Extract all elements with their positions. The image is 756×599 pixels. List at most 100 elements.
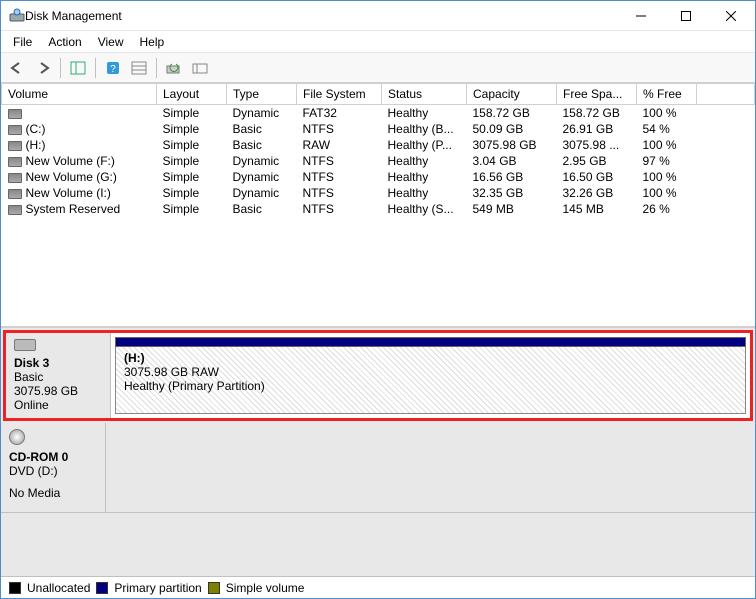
cell-pct: 26 % (637, 201, 697, 217)
settings-button[interactable] (188, 56, 212, 80)
disk-icon (14, 339, 36, 351)
cell-type: Basic (227, 137, 297, 153)
volume-icon (8, 173, 22, 183)
forward-button[interactable] (31, 56, 55, 80)
table-row[interactable]: System ReservedSimpleBasicNTFSHealthy (S… (2, 201, 755, 217)
cell-capacity: 32.35 GB (467, 185, 557, 201)
cdrom-0-row[interactable]: CD-ROM 0 DVD (D:) No Media (1, 423, 755, 513)
col-type[interactable]: Type (227, 84, 297, 105)
toolbar-separator (156, 58, 157, 78)
cell-type: Dynamic (227, 153, 297, 169)
menu-view[interactable]: View (90, 33, 132, 51)
column-headers[interactable]: Volume Layout Type File System Status Ca… (2, 84, 755, 105)
cell-fs: NTFS (297, 185, 382, 201)
cell-type: Dynamic (227, 105, 297, 122)
toolbar-separator (60, 58, 61, 78)
refresh-button[interactable] (162, 56, 186, 80)
cell-layout: Simple (157, 105, 227, 122)
cell-layout: Simple (157, 137, 227, 153)
partition-desc: 3075.98 GB RAW (124, 365, 737, 379)
col-volume[interactable]: Volume (2, 84, 157, 105)
app-icon (9, 8, 25, 24)
table-row[interactable]: New Volume (G:)SimpleDynamicNTFSHealthy1… (2, 169, 755, 185)
cell-fs: NTFS (297, 121, 382, 137)
legend-bar: Unallocated Primary partition Simple vol… (1, 576, 755, 598)
cell-type: Dynamic (227, 169, 297, 185)
cell-fs: NTFS (297, 201, 382, 217)
col-pct[interactable]: % Free (637, 84, 697, 105)
volume-icon (8, 189, 22, 199)
volume-list[interactable]: Volume Layout Type File System Status Ca… (1, 83, 755, 328)
maximize-button[interactable] (663, 2, 708, 30)
cell-type: Basic (227, 201, 297, 217)
cell-volume: (C:) (2, 121, 157, 137)
cell-free: 2.95 GB (557, 153, 637, 169)
cell-layout: Simple (157, 201, 227, 217)
col-fs[interactable]: File System (297, 84, 382, 105)
legend-label-unallocated: Unallocated (27, 581, 90, 595)
cell-fs: NTFS (297, 153, 382, 169)
cell-volume: New Volume (G:) (2, 169, 157, 185)
cell-pct: 100 % (637, 185, 697, 201)
cell-status: Healthy (382, 169, 467, 185)
col-status[interactable]: Status (382, 84, 467, 105)
cell-status: Healthy (382, 185, 467, 201)
cell-free: 16.50 GB (557, 169, 637, 185)
cell-capacity: 549 MB (467, 201, 557, 217)
disk-state: Online (14, 398, 102, 412)
title-bar: Disk Management (1, 1, 755, 31)
cell-layout: Simple (157, 185, 227, 201)
cell-status: Healthy (B... (382, 121, 467, 137)
disk-3-row[interactable]: Disk 3 Basic 3075.98 GB Online (H:) 3075… (3, 330, 753, 421)
col-free[interactable]: Free Spa... (557, 84, 637, 105)
disk-3-info[interactable]: Disk 3 Basic 3075.98 GB Online (6, 333, 111, 418)
cell-capacity: 50.09 GB (467, 121, 557, 137)
cell-volume: New Volume (I:) (2, 185, 157, 201)
menu-file[interactable]: File (5, 33, 40, 51)
table-row[interactable]: (C:)SimpleBasicNTFSHealthy (B...50.09 GB… (2, 121, 755, 137)
disk-size: 3075.98 GB (14, 384, 102, 398)
col-capacity[interactable]: Capacity (467, 84, 557, 105)
cell-free: 32.26 GB (557, 185, 637, 201)
cell-type: Dynamic (227, 185, 297, 201)
cell-capacity: 3.04 GB (467, 153, 557, 169)
cell-pct: 100 % (637, 169, 697, 185)
legend-swatch-unallocated (9, 582, 21, 594)
legend-swatch-primary (96, 582, 108, 594)
disk-name: Disk 3 (14, 356, 102, 370)
table-row[interactable]: (H:)SimpleBasicRAWHealthy (P...3075.98 G… (2, 137, 755, 153)
minimize-button[interactable] (618, 2, 663, 30)
properties-button[interactable] (127, 56, 151, 80)
cell-status: Healthy (P... (382, 137, 467, 153)
volume-icon (8, 109, 22, 119)
cell-pct: 100 % (637, 137, 697, 153)
cdrom-partitions (106, 423, 755, 512)
volume-icon (8, 141, 22, 151)
menu-action[interactable]: Action (40, 33, 89, 51)
disk-graphic-area[interactable]: Disk 3 Basic 3075.98 GB Online (H:) 3075… (1, 328, 755, 576)
cell-volume: System Reserved (2, 201, 157, 217)
legend-label-primary: Primary partition (114, 581, 201, 595)
table-row[interactable]: New Volume (F:)SimpleDynamicNTFSHealthy3… (2, 153, 755, 169)
col-layout[interactable]: Layout (157, 84, 227, 105)
partition-h[interactable]: (H:) 3075.98 GB RAW Healthy (Primary Par… (115, 347, 746, 414)
cell-pct: 97 % (637, 153, 697, 169)
toolbar-separator (95, 58, 96, 78)
cell-volume (2, 105, 157, 122)
volume-icon (8, 125, 22, 135)
cell-layout: Simple (157, 121, 227, 137)
cell-pct: 100 % (637, 105, 697, 122)
cell-capacity: 158.72 GB (467, 105, 557, 122)
back-button[interactable] (5, 56, 29, 80)
cell-capacity: 16.56 GB (467, 169, 557, 185)
close-button[interactable] (708, 2, 753, 30)
table-row[interactable]: New Volume (I:)SimpleDynamicNTFSHealthy3… (2, 185, 755, 201)
partition-type-bar (115, 337, 746, 347)
cell-capacity: 3075.98 GB (467, 137, 557, 153)
help-button[interactable]: ? (101, 56, 125, 80)
table-row[interactable]: SimpleDynamicFAT32Healthy158.72 GB158.72… (2, 105, 755, 122)
menu-help[interactable]: Help (132, 33, 173, 51)
show-hide-console-tree-button[interactable] (66, 56, 90, 80)
cdrom-info[interactable]: CD-ROM 0 DVD (D:) No Media (1, 423, 106, 512)
col-spacer (697, 84, 755, 105)
